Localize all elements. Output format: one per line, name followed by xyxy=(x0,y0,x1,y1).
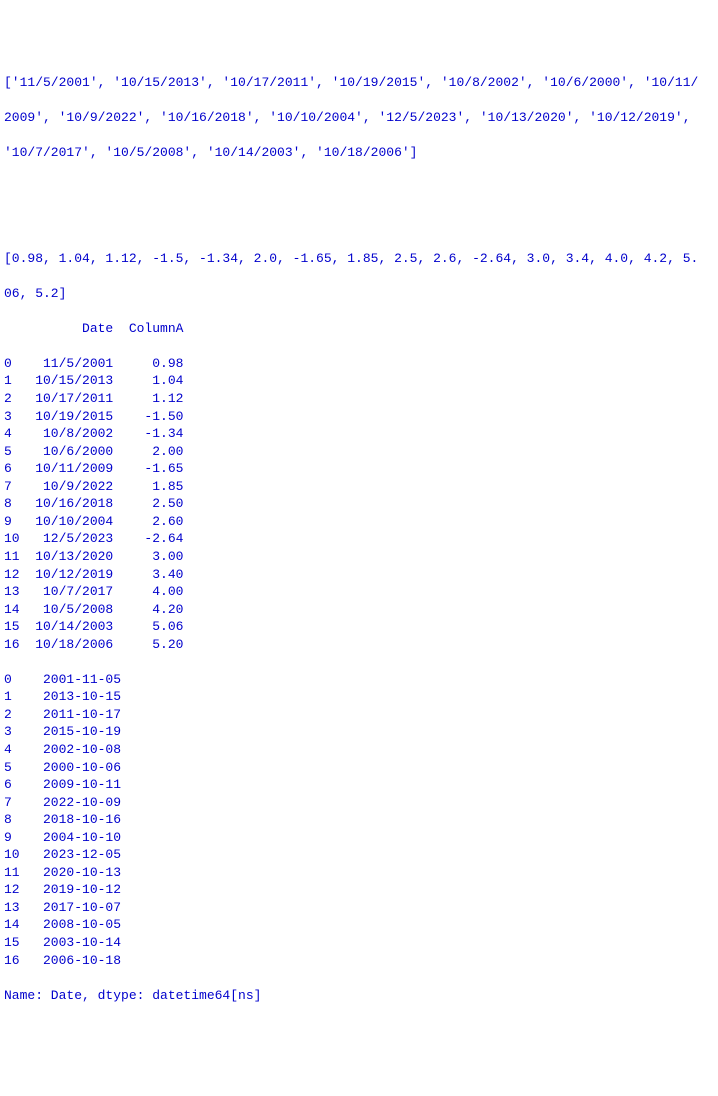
raw-date-list-line1: ['11/5/2001', '10/15/2013', '10/17/2011'… xyxy=(4,74,714,92)
table-row: 6 10/11/2009 -1.65 xyxy=(4,460,714,478)
table-row: 0 11/5/2001 0.98 xyxy=(4,355,714,373)
dataframe-header: Date ColumnA xyxy=(4,320,714,338)
table-row: 16 2006-10-18 xyxy=(4,952,714,970)
table-row: 8 10/16/2018 2.50 xyxy=(4,495,714,513)
table-row: 2 10/17/2011 1.12 xyxy=(4,390,714,408)
table-row: 11 10/13/2020 3.00 xyxy=(4,548,714,566)
table-row: 4 2002-10-08 xyxy=(4,741,714,759)
table-row: 13 10/7/2017 4.00 xyxy=(4,583,714,601)
table-row: 13 2017-10-07 xyxy=(4,899,714,917)
table-row: 15 10/14/2003 5.06 xyxy=(4,618,714,636)
table-row: 1 2013-10-15 xyxy=(4,688,714,706)
table-row: 5 2000-10-06 xyxy=(4,759,714,777)
raw-value-list-line1: [0.98, 1.04, 1.12, -1.5, -1.34, 2.0, -1.… xyxy=(4,250,714,268)
table-row: 10 12/5/2023 -2.64 xyxy=(4,530,714,548)
raw-date-list-line2: 2009', '10/9/2022', '10/16/2018', '10/10… xyxy=(4,109,714,127)
table-row: 8 2018-10-16 xyxy=(4,811,714,829)
table-row: 5 10/6/2000 2.00 xyxy=(4,443,714,461)
table-row: 14 10/5/2008 4.20 xyxy=(4,601,714,619)
blank-line xyxy=(4,179,714,197)
series-rows: 0 2001-11-051 2013-10-152 2011-10-173 20… xyxy=(4,671,714,969)
dataframe-rows: 0 11/5/2001 0.981 10/15/2013 1.042 10/17… xyxy=(4,355,714,653)
table-row: 0 2001-11-05 xyxy=(4,671,714,689)
table-row: 3 2015-10-19 xyxy=(4,723,714,741)
table-row: 16 10/18/2006 5.20 xyxy=(4,636,714,654)
table-row: 15 2003-10-14 xyxy=(4,934,714,952)
blank-line xyxy=(4,215,714,233)
table-row: 10 2023-12-05 xyxy=(4,846,714,864)
table-row: 7 10/9/2022 1.85 xyxy=(4,478,714,496)
table-row: 12 10/12/2019 3.40 xyxy=(4,566,714,584)
raw-date-list-line3: '10/7/2017', '10/5/2008', '10/14/2003', … xyxy=(4,144,714,162)
table-row: 6 2009-10-11 xyxy=(4,776,714,794)
table-row: 3 10/19/2015 -1.50 xyxy=(4,408,714,426)
table-row: 2 2011-10-17 xyxy=(4,706,714,724)
table-row: 12 2019-10-12 xyxy=(4,881,714,899)
table-row: 9 2004-10-10 xyxy=(4,829,714,847)
table-row: 11 2020-10-13 xyxy=(4,864,714,882)
table-row: 14 2008-10-05 xyxy=(4,916,714,934)
raw-value-list-line2: 06, 5.2] xyxy=(4,285,714,303)
table-row: 7 2022-10-09 xyxy=(4,794,714,812)
series-footer: Name: Date, dtype: datetime64[ns] xyxy=(4,987,714,1005)
table-row: 4 10/8/2002 -1.34 xyxy=(4,425,714,443)
table-row: 9 10/10/2004 2.60 xyxy=(4,513,714,531)
table-row: 1 10/15/2013 1.04 xyxy=(4,372,714,390)
